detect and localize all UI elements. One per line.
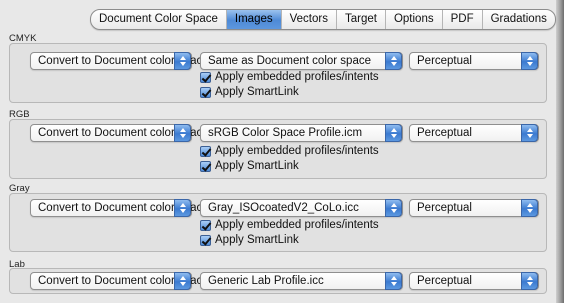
- checkmark-icon: [200, 145, 211, 157]
- chevron-updown-icon: [385, 199, 402, 217]
- lab-profile-select[interactable]: Generic Lab Profile.icc: [200, 272, 403, 290]
- gray-intent-value: Perceptual: [417, 202, 472, 214]
- chevron-updown-icon: [174, 52, 191, 70]
- lab-profile-value: Generic Lab Profile.icc: [208, 275, 324, 287]
- rgb-intent-select[interactable]: Perceptual: [409, 124, 539, 142]
- cmyk-action-select[interactable]: Convert to Document color space: [30, 52, 209, 70]
- cmyk-profile-select[interactable]: Same as Document color space: [200, 52, 403, 70]
- section-cmyk: Convert to Document color space Same as …: [9, 43, 547, 103]
- chevron-updown-icon: [521, 52, 538, 70]
- rgb-profile-value: sRGB Color Space Profile.icm: [208, 127, 363, 139]
- cmyk-smartlink-label: Apply SmartLink: [215, 86, 299, 98]
- rgb-smartlink-label: Apply SmartLink: [215, 160, 299, 172]
- rgb-embedded-label: Apply embedded profiles/intents: [215, 145, 379, 157]
- section-rgb: Convert to Document color space sRGB Col…: [9, 119, 547, 179]
- rgb-profile-select[interactable]: sRGB Color Space Profile.icm: [200, 124, 403, 142]
- chevron-updown-icon: [385, 52, 402, 70]
- cmyk-smartlink-checkbox[interactable]: Apply SmartLink: [200, 86, 299, 98]
- checkmark-icon: [200, 160, 211, 172]
- chevron-updown-icon: [521, 199, 538, 217]
- tab-target[interactable]: Target: [337, 10, 386, 29]
- lab-action-select[interactable]: Convert to Document color space: [30, 272, 209, 290]
- gray-smartlink-checkbox[interactable]: Apply SmartLink: [200, 234, 299, 246]
- section-gray: Convert to Document color space Gray_ISO…: [9, 193, 547, 252]
- gray-profile-value: Gray_ISOcoatedV2_CoLo.icc: [208, 202, 359, 214]
- gray-embedded-label: Apply embedded profiles/intents: [215, 219, 379, 231]
- checkmark-icon: [200, 219, 211, 231]
- cmyk-profile-value: Same as Document color space: [208, 55, 371, 67]
- rgb-smartlink-checkbox[interactable]: Apply SmartLink: [200, 160, 299, 172]
- rgb-intent-value: Perceptual: [417, 127, 472, 139]
- section-lab: Convert to Document color space Generic …: [9, 268, 547, 294]
- tab-vectors[interactable]: Vectors: [282, 10, 337, 29]
- rgb-action-select[interactable]: Convert to Document color space: [30, 124, 209, 142]
- rgb-embedded-checkbox[interactable]: Apply embedded profiles/intents: [200, 145, 379, 157]
- cmyk-embedded-label: Apply embedded profiles/intents: [215, 71, 379, 83]
- tab-gradations[interactable]: Gradations: [483, 10, 555, 29]
- chevron-updown-icon: [174, 124, 191, 142]
- chevron-updown-icon: [174, 199, 191, 217]
- tab-bar: Document Color Space Images Vectors Targ…: [90, 9, 556, 30]
- gray-profile-select[interactable]: Gray_ISOcoatedV2_CoLo.icc: [200, 199, 403, 217]
- cmyk-embedded-checkbox[interactable]: Apply embedded profiles/intents: [200, 71, 379, 83]
- gray-embedded-checkbox[interactable]: Apply embedded profiles/intents: [200, 219, 379, 231]
- checkmark-icon: [200, 86, 211, 98]
- chevron-updown-icon: [521, 124, 538, 142]
- gray-action-select[interactable]: Convert to Document color space: [30, 199, 209, 217]
- chevron-updown-icon: [521, 272, 538, 290]
- tab-document-color-space[interactable]: Document Color Space: [91, 10, 227, 29]
- gray-intent-select[interactable]: Perceptual: [409, 199, 539, 217]
- chevron-updown-icon: [385, 124, 402, 142]
- lab-intent-select[interactable]: Perceptual: [409, 272, 539, 290]
- gray-smartlink-label: Apply SmartLink: [215, 234, 299, 246]
- tab-options[interactable]: Options: [386, 10, 443, 29]
- chevron-updown-icon: [385, 272, 402, 290]
- cmyk-intent-select[interactable]: Perceptual: [409, 52, 539, 70]
- cmyk-intent-value: Perceptual: [417, 55, 472, 67]
- lab-intent-value: Perceptual: [417, 275, 472, 287]
- checkmark-icon: [200, 234, 211, 246]
- tab-pdf[interactable]: PDF: [443, 10, 483, 29]
- checkmark-icon: [200, 71, 211, 83]
- window-edge: [556, 0, 564, 303]
- chevron-updown-icon: [174, 272, 191, 290]
- tab-images[interactable]: Images: [226, 10, 282, 29]
